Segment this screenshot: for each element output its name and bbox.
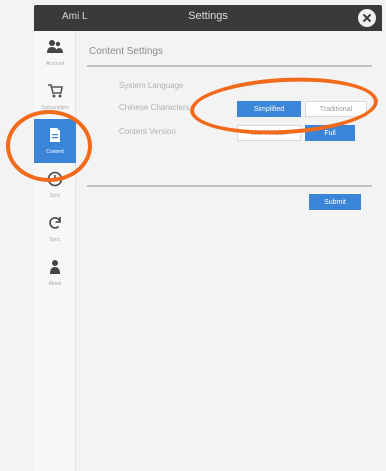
lite-version-button[interactable]: Lite Version [237,125,301,141]
header-bar: Ami L Settings [34,5,382,31]
system-language-label: System Language [119,81,184,90]
sidebar-item-label: Subscription [41,105,69,111]
submit-button[interactable]: Submit [309,194,361,210]
bottom-divider [87,185,372,187]
sidebar-item-about[interactable]: About [34,251,76,295]
sidebar-item-sync-clock[interactable]: Sync [34,163,76,207]
sidebar-item-label: Account [45,61,65,67]
sidebar-item-account[interactable]: Account [34,31,76,75]
sidebar: Account Subscription Content Sync Sync A… [34,31,76,471]
content-panel: Content Settings System Language English… [77,31,382,471]
section-divider [87,65,372,67]
system-language-value: English [232,82,255,89]
traditional-button[interactable]: Traditional [305,101,367,117]
refresh-icon [49,217,61,229]
sidebar-item-label: Content [46,149,64,155]
person-icon [50,260,60,274]
section-title: Content Settings [89,46,163,57]
content-version-label: Content Version [119,127,176,136]
cart-icon [48,84,63,98]
page-title: Settings [188,10,228,22]
users-icon [47,40,63,53]
document-icon [50,128,60,142]
sidebar-item-subscription[interactable]: Subscription [34,75,76,119]
clock-icon [47,171,63,187]
close-icon[interactable] [358,9,376,27]
sidebar-item-label: Sync [49,193,61,199]
sidebar-item-sync[interactable]: Sync [34,207,76,251]
settings-window: Ami L Settings Account Subscription Cont… [0,0,386,471]
sidebar-item-content[interactable]: Content [34,119,76,163]
chinese-characters-label: Chinese Characters [119,103,190,112]
simplified-button[interactable]: Simplified [237,101,301,117]
sidebar-item-label: Sync [49,237,61,243]
sidebar-item-label: About [48,281,62,287]
full-version-button[interactable]: Full [305,125,355,141]
